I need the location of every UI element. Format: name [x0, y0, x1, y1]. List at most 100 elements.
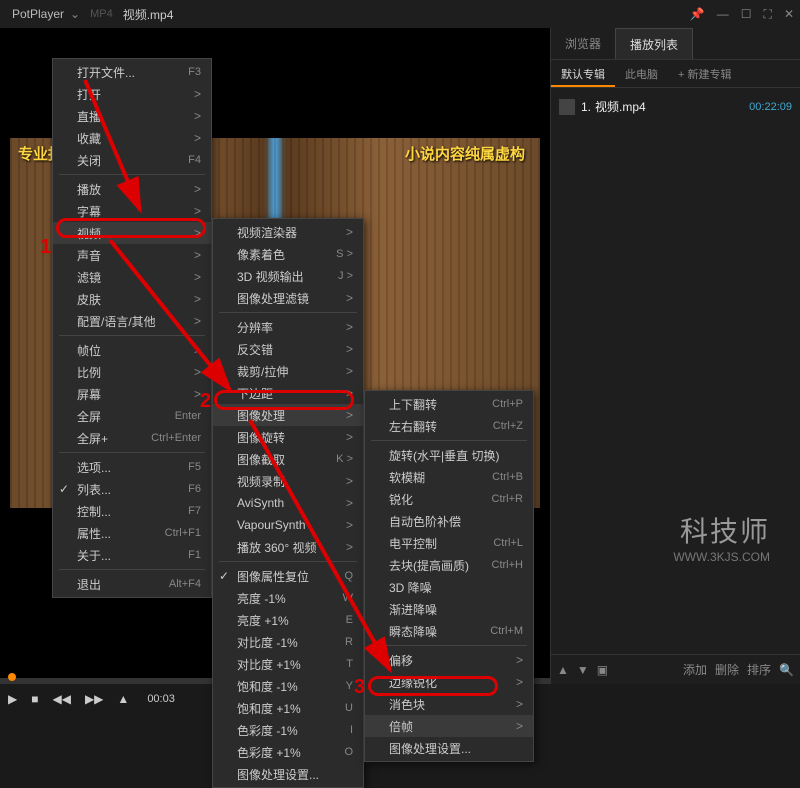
menu-item[interactable]: 色彩度 -1%I	[213, 719, 363, 741]
menu-item[interactable]: 自动色阶补偿	[365, 510, 533, 532]
menu-item[interactable]: 声音>	[53, 244, 211, 266]
album-pc[interactable]: 此电脑	[615, 60, 668, 87]
seek-handle[interactable]	[8, 673, 16, 681]
menu-item[interactable]: 收藏>	[53, 127, 211, 149]
chevron-down-icon[interactable]: ⌄	[70, 7, 80, 21]
menu-item[interactable]: 亮度 +1%E	[213, 609, 363, 631]
menu-item[interactable]: 瞬态降噪Ctrl+M	[365, 620, 533, 642]
album-default[interactable]: 默认专辑	[551, 60, 615, 87]
menu-item[interactable]: 分辨率>	[213, 316, 363, 338]
menu-item[interactable]: 直播>	[53, 105, 211, 127]
footer-sort[interactable]: 排序	[747, 661, 771, 678]
search-icon[interactable]: 🔍	[779, 663, 794, 677]
menu-item[interactable]: 全屏+Ctrl+Enter	[53, 427, 211, 449]
playlist-index: 1.	[581, 100, 591, 114]
menu-item[interactable]: 退出Alt+F4	[53, 573, 211, 595]
menu-item[interactable]: 视频录制>	[213, 470, 363, 492]
fullscreen-button[interactable]: ⛶	[764, 7, 772, 22]
menu-item[interactable]: 电平控制Ctrl+L	[365, 532, 533, 554]
menu-item[interactable]: 去块(提高画质)Ctrl+H	[365, 554, 533, 576]
menu-item[interactable]: 亮度 -1%W	[213, 587, 363, 609]
menu-item[interactable]: 全屏Enter	[53, 405, 211, 427]
menu-item[interactable]: ✓图像属性复位Q	[213, 565, 363, 587]
menu-item[interactable]: 屏幕>	[53, 383, 211, 405]
chevron-right-icon: >	[194, 87, 201, 101]
menu-item[interactable]: 打开>	[53, 83, 211, 105]
menu-item[interactable]: 反交错>	[213, 338, 363, 360]
playlist-duration: 00:22:09	[749, 101, 792, 113]
footer-delete[interactable]: 删除	[715, 661, 739, 678]
menu-item-shortcut: F6	[188, 483, 201, 495]
close-button[interactable]: ✕	[784, 7, 794, 22]
menu-item[interactable]: 配置/语言/其他>	[53, 310, 211, 332]
menu-item[interactable]: 裁剪/拉伸>	[213, 360, 363, 382]
chevron-right-icon: >	[346, 496, 353, 510]
menu-item[interactable]: 饱和度 +1%U	[213, 697, 363, 719]
menu-item[interactable]: 像素着色S >	[213, 243, 363, 265]
menu-item[interactable]: 软模糊Ctrl+B	[365, 466, 533, 488]
menu-item-label: 播放	[77, 181, 186, 198]
menu-item[interactable]: 倍帧>	[365, 715, 533, 737]
menu-item[interactable]: ✓列表...F6	[53, 478, 211, 500]
menu-item[interactable]: 左右翻转Ctrl+Z	[365, 415, 533, 437]
album-new[interactable]: + 新建专辑	[668, 60, 741, 87]
next-button[interactable]: ▶▶	[85, 692, 103, 706]
app-name[interactable]: PotPlayer	[6, 7, 70, 21]
menu-item-label: 电平控制	[389, 535, 475, 552]
menu-item[interactable]: 对比度 +1%T	[213, 653, 363, 675]
menu-item[interactable]: 对比度 -1%R	[213, 631, 363, 653]
menu-item[interactable]: 播放>	[53, 178, 211, 200]
chevron-right-icon: >	[346, 474, 353, 488]
menu-item[interactable]: 滤镜>	[53, 266, 211, 288]
menu-item[interactable]: 选项...F5	[53, 456, 211, 478]
menu-item[interactable]: 控制...F7	[53, 500, 211, 522]
menu-item[interactable]: AviSynth>	[213, 492, 363, 514]
menu-item[interactable]: 渐进降噪	[365, 598, 533, 620]
menu-item[interactable]: 关闭F4	[53, 149, 211, 171]
menu-item[interactable]: 皮肤>	[53, 288, 211, 310]
expand-icon[interactable]: ▣	[597, 663, 608, 677]
menu-item[interactable]: VapourSynth>	[213, 514, 363, 536]
settings-icon[interactable]: ▲	[117, 692, 129, 706]
menu-item[interactable]: 图像处理滤镜>	[213, 287, 363, 309]
menu-item[interactable]: 视频渲染器>	[213, 221, 363, 243]
menu-item[interactable]: 播放 360° 视频>	[213, 536, 363, 558]
stop-button[interactable]: ■	[31, 692, 38, 706]
tab-playlist[interactable]: 播放列表	[615, 28, 693, 59]
menu-item[interactable]: 帧位>	[53, 339, 211, 361]
menu-item-label: 图像处理滤镜	[237, 290, 338, 307]
menu-item[interactable]: 图像截取K >	[213, 448, 363, 470]
menu-item[interactable]: 饱和度 -1%Y	[213, 675, 363, 697]
move-up-icon[interactable]: ▲	[557, 663, 569, 677]
minimize-button[interactable]: —	[717, 7, 729, 22]
footer-add[interactable]: 添加	[683, 661, 707, 678]
menu-item[interactable]: 偏移>	[365, 649, 533, 671]
menu-item-shortcut: I	[350, 724, 353, 736]
menu-item-label: 软模糊	[389, 469, 474, 486]
menu-item-shortcut: Y	[346, 680, 353, 692]
menu-item[interactable]: 消色块>	[365, 693, 533, 715]
menu-item[interactable]: 色彩度 +1%O	[213, 741, 363, 763]
menu-separator	[219, 312, 357, 313]
menu-item[interactable]: 关于...F1	[53, 544, 211, 566]
tab-browser[interactable]: 浏览器	[551, 28, 615, 59]
maximize-button[interactable]: ☐	[741, 7, 752, 22]
play-button[interactable]: ▶	[8, 692, 17, 706]
menu-item[interactable]: 旋转(水平|垂直 切换)	[365, 444, 533, 466]
move-down-icon[interactable]: ▼	[577, 663, 589, 677]
menu-item[interactable]: 锐化Ctrl+R	[365, 488, 533, 510]
menu-item[interactable]: 打开文件...F3	[53, 61, 211, 83]
menu-item[interactable]: 3D 视频输出J >	[213, 265, 363, 287]
menu-item[interactable]: 属性...Ctrl+F1	[53, 522, 211, 544]
menu-item-label: 帧位	[77, 342, 186, 359]
menu-item[interactable]: 图像处理设置...	[213, 763, 363, 785]
playlist-item[interactable]: 1. 视频.mp4 00:22:09	[557, 94, 794, 119]
menu-item[interactable]: 上下翻转Ctrl+P	[365, 393, 533, 415]
prev-button[interactable]: ◀◀	[52, 692, 70, 706]
pin-icon[interactable]: 📌	[690, 7, 705, 21]
menu-item-shortcut: Q	[344, 570, 353, 582]
menu-item[interactable]: 图像处理设置...	[365, 737, 533, 759]
menu-item[interactable]: 比例>	[53, 361, 211, 383]
menu-item[interactable]: 图像旋转>	[213, 426, 363, 448]
menu-item[interactable]: 3D 降噪	[365, 576, 533, 598]
